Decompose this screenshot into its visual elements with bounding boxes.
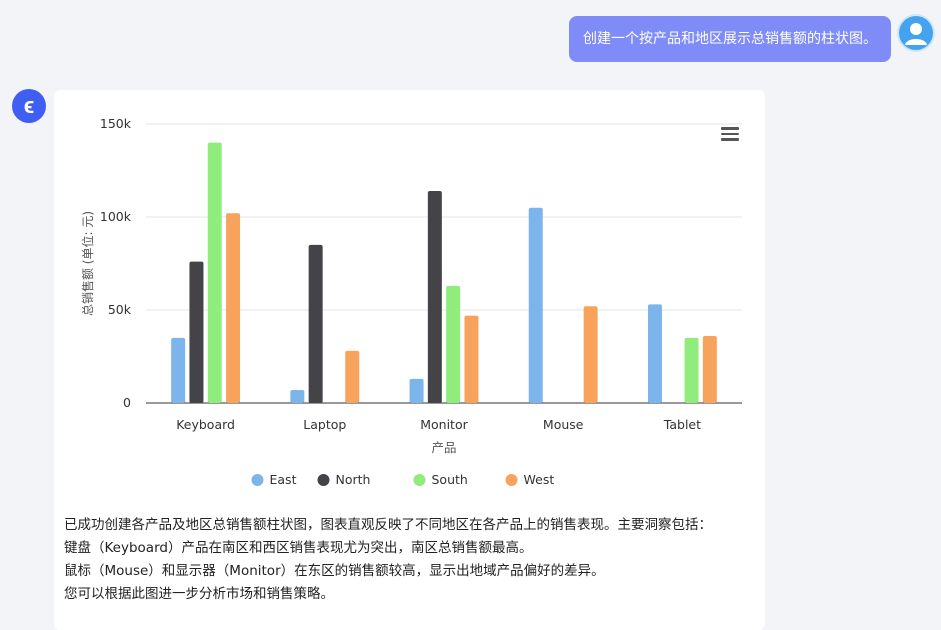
legend-marker: [317, 474, 330, 486]
response-line: 键盘（Keyboard）产品在南区和西区销售表现尤为突出，南区总销售额最高。: [64, 540, 533, 556]
legend-label: South: [432, 472, 468, 487]
legend-item-east[interactable]: East: [251, 472, 297, 487]
legend-item-west[interactable]: West: [505, 472, 555, 487]
bar-north: [427, 190, 442, 403]
y-tick-label: 150k: [100, 116, 132, 131]
legend-marker: [505, 474, 518, 486]
x-tick-label: Keyboard: [176, 417, 235, 432]
y-tick-label: 50k: [108, 302, 132, 317]
bot-avatar-icon: ϵ: [12, 89, 46, 123]
legend-marker: [413, 474, 426, 486]
bar-west: [583, 306, 598, 403]
bar-west: [464, 315, 479, 403]
y-axis-title: 总销售额 (单位: 元): [80, 211, 95, 316]
x-axis-title: 产品: [431, 440, 456, 455]
y-tick-label: 100k: [100, 209, 132, 224]
x-tick-label: Tablet: [663, 417, 701, 432]
bar-north: [308, 244, 323, 403]
bar-east: [171, 337, 186, 403]
bar-east: [409, 378, 424, 403]
response-line: 已成功创建各产品及地区总销售额柱状图，图表直观反映了不同地区在各产品上的销售表现…: [64, 517, 712, 533]
user-message-row: 创建一个按产品和地区展示总销售额的柱状图。: [569, 16, 933, 62]
legend-item-south[interactable]: South: [413, 472, 468, 487]
bar-south: [684, 337, 699, 403]
x-tick-label: Monitor: [420, 417, 468, 432]
legend-item-north[interactable]: North: [317, 472, 371, 487]
y-tick-label: 0: [123, 395, 131, 410]
x-tick-label: Mouse: [543, 417, 584, 432]
bar-east: [528, 207, 543, 403]
bot-response-text: 已成功创建各产品及地区总销售额柱状图，图表直观反映了不同地区在各产品上的销售表现…: [64, 514, 759, 606]
bar-east: [290, 389, 305, 403]
legend-label: West: [524, 472, 555, 487]
legend-label: East: [270, 472, 297, 487]
user-avatar-icon[interactable]: [899, 16, 933, 50]
chart-menu-icon[interactable]: [721, 127, 739, 141]
user-message-bubble: 创建一个按产品和地区展示总销售额的柱状图。: [569, 16, 891, 62]
response-line: 您可以根据此图进一步分析市场和销售策略。: [64, 586, 334, 602]
x-tick-label: Laptop: [303, 417, 346, 432]
legend-marker: [251, 474, 264, 486]
bar-south: [207, 142, 222, 403]
sales-bar-chart: 0 50k 100k 150k Keyboard Laptop Monitor Mouse Ta…: [80, 116, 742, 487]
legend-label: North: [336, 472, 371, 487]
bot-response-card: 0 50k 100k 150k Keyboard Laptop Monitor Mouse Ta…: [54, 90, 765, 630]
bar-west: [702, 336, 717, 403]
bar-east: [647, 304, 662, 403]
bar-west: [226, 213, 241, 403]
bar-north: [189, 261, 204, 403]
bar-south: [446, 285, 461, 403]
response-line: 鼠标（Mouse）和显示器（Monitor）在东区的销售额较高，显示出地域产品偏…: [64, 563, 605, 579]
bar-west: [345, 350, 360, 403]
